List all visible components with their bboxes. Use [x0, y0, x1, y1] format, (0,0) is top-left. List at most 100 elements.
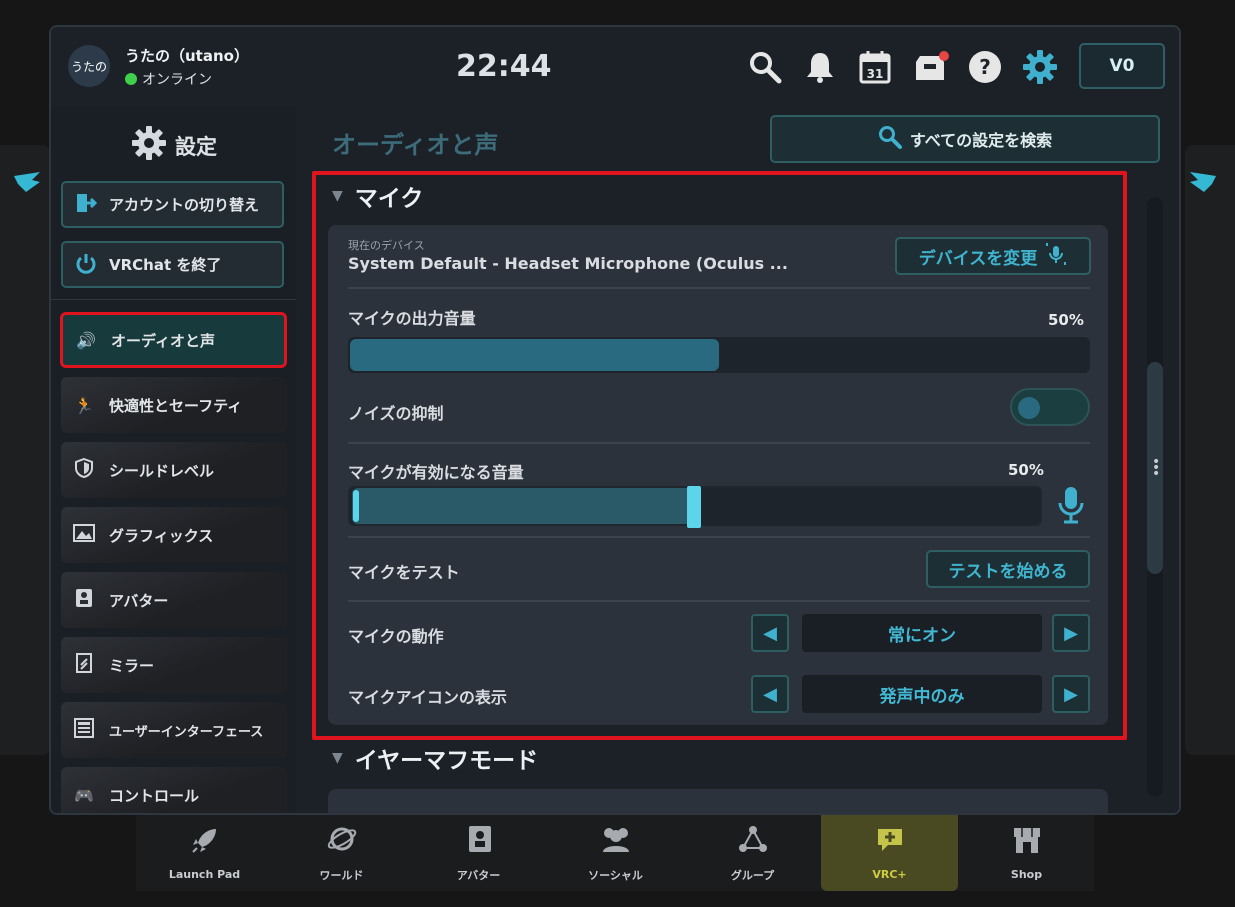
- earmuff-settings-card: [328, 789, 1108, 813]
- start-test-label: テストを始める: [948, 561, 1068, 582]
- change-device-label: デバイスを変更: [918, 248, 1038, 269]
- toggle-knob: [1018, 397, 1040, 419]
- sidebar-title: 設定: [131, 125, 217, 166]
- user-name: うたの（utano）: [125, 47, 249, 65]
- nav-label: VRC+: [872, 868, 907, 881]
- quick-menu-panel: うたの うたの（utano） オンライン 22:44 31 ? V0 設定 アカ…: [49, 25, 1181, 815]
- sidebar-item-comfort-safety[interactable]: 🏃 快適性とセーフティ: [61, 377, 287, 433]
- ui-panel-icon: [73, 718, 95, 742]
- bell-icon[interactable]: [802, 49, 838, 85]
- help-icon[interactable]: ?: [967, 49, 1003, 85]
- sidebar-item-avatar[interactable]: アバター: [61, 572, 287, 628]
- search-icon[interactable]: [747, 49, 783, 85]
- image-icon: [73, 524, 95, 546]
- activation-threshold-fill: [352, 488, 697, 524]
- current-device-value: System Default - Headset Microphone (Ocu…: [348, 254, 788, 273]
- nav-label: グループ: [730, 868, 775, 882]
- running-icon: 🏃: [74, 395, 94, 415]
- nav-shop[interactable]: Shop: [958, 815, 1095, 891]
- current-device-label: 現在のデバイス: [348, 239, 425, 252]
- quit-vrchat-button[interactable]: VRChat を終了: [61, 241, 284, 288]
- section-mic-title: マイク: [354, 186, 424, 212]
- nav-label: ソーシャル: [588, 868, 643, 882]
- mic-settings-card: 現在のデバイス System Default - Headset Microph…: [328, 225, 1108, 725]
- nav-label: ワールド: [319, 868, 364, 882]
- header: うたの うたの（utano） オンライン 22:44 31 ? V0: [51, 27, 1179, 107]
- switch-account-button[interactable]: アカウントの切り替え: [61, 181, 284, 228]
- speaker-icon: 🔊: [76, 330, 96, 350]
- nav-vrc-plus[interactable]: VRC+: [821, 815, 958, 891]
- inbox-icon[interactable]: [913, 49, 949, 85]
- nav-social[interactable]: ソーシャル: [547, 815, 684, 891]
- currency-button[interactable]: V0: [1079, 43, 1165, 89]
- clock: 22:44: [456, 49, 552, 84]
- mic-icon-display-prev-button[interactable]: ◀: [751, 675, 789, 713]
- caret-right-icon: ▶: [1064, 683, 1078, 705]
- background-left-wing: [0, 145, 50, 755]
- sidebar-item-label: オーディオと声: [111, 331, 215, 350]
- settings-gear-icon[interactable]: [1022, 49, 1058, 85]
- sidebar-title-text: 設定: [175, 134, 217, 159]
- gear-icon: [131, 125, 167, 166]
- calendar-icon[interactable]: 31: [857, 49, 893, 85]
- noise-suppression-toggle[interactable]: [1010, 388, 1090, 426]
- activation-threshold-handle[interactable]: [687, 486, 701, 528]
- nav-label: Shop: [1010, 868, 1043, 881]
- output-volume-label: マイクの出力音量: [348, 309, 476, 328]
- output-volume-value: 50%: [1048, 311, 1084, 329]
- search-all-settings-button[interactable]: すべての設定を検索: [770, 115, 1160, 163]
- section-earmuff-title: イヤーマフモード: [354, 748, 539, 774]
- mic-behavior-prev-button[interactable]: ◀: [751, 614, 789, 652]
- mirror-icon: [73, 653, 95, 677]
- vrc-plus-icon: [874, 825, 906, 862]
- wing-icon: [1188, 172, 1218, 199]
- sidebar-item-user-interface[interactable]: ユーザーインターフェース: [61, 702, 287, 758]
- sidebar-item-label: シールドレベル: [109, 461, 215, 480]
- microphone-icon: [1055, 485, 1087, 531]
- change-device-button[interactable]: デバイスを変更: [895, 237, 1091, 275]
- sidebar-item-graphics[interactable]: グラフィックス: [61, 507, 287, 563]
- svg-text:?: ?: [979, 55, 991, 79]
- sidebar-item-mirror[interactable]: ミラー: [61, 637, 287, 693]
- nav-groups[interactable]: グループ: [684, 815, 821, 891]
- sidebar-item-controls[interactable]: 🎮 コントロール: [61, 767, 287, 813]
- chevron-down-icon: ▼: [332, 750, 343, 766]
- sidebar-item-label: ユーザーインターフェース: [109, 724, 264, 740]
- sidebar-item-audio[interactable]: 🔊 オーディオと声: [60, 312, 287, 368]
- nav-worlds[interactable]: ワールド: [273, 815, 410, 891]
- divider: [348, 287, 1090, 289]
- bottom-nav: Launch Pad ワールド アバター ソーシャル グループ VRC+ Sho…: [136, 815, 1094, 891]
- sidebar-item-label: アバター: [109, 591, 169, 610]
- settings-sidebar: 設定 アカウントの切り替え VRChat を終了 🔊 オーディオと声 🏃 快適性…: [51, 107, 296, 813]
- nav-avatars[interactable]: アバター: [410, 815, 547, 891]
- sidebar-divider: [51, 299, 296, 300]
- noise-suppression-label: ノイズの抑制: [348, 404, 444, 423]
- sidebar-item-label: グラフィックス: [109, 526, 214, 545]
- caret-left-icon: ◀: [763, 622, 777, 644]
- mic-test-label: マイクをテスト: [348, 563, 460, 582]
- section-mic-header[interactable]: ▼ マイク: [332, 179, 423, 213]
- avatar-card-icon: [465, 824, 493, 861]
- section-earmuff-header[interactable]: ▼ イヤーマフモード: [332, 741, 538, 775]
- mic-behavior-next-button[interactable]: ▶: [1052, 614, 1090, 652]
- nav-launch-pad[interactable]: Launch Pad: [136, 815, 273, 891]
- switch-account-label: アカウントの切り替え: [109, 196, 260, 214]
- power-icon: [75, 252, 97, 278]
- mic-icon-display-value-text: 発声中のみ: [879, 686, 965, 707]
- user-status: オンライン: [125, 69, 212, 89]
- avatar[interactable]: うたの: [68, 45, 110, 87]
- wing-icon: [12, 172, 42, 199]
- chevron-down-icon: ▼: [332, 188, 343, 204]
- start-test-button[interactable]: テストを始める: [926, 550, 1090, 588]
- mic-icon-display-next-button[interactable]: ▶: [1052, 675, 1090, 713]
- nav-label: Launch Pad: [168, 868, 241, 881]
- calendar-day: 31: [867, 67, 884, 81]
- mic-icon-display-value: 発声中のみ: [802, 675, 1042, 713]
- people-icon: [599, 824, 633, 861]
- group-nodes-icon: [737, 824, 769, 861]
- quit-label: VRChat を終了: [109, 256, 222, 274]
- switch-account-icon: [75, 192, 98, 218]
- scrollbar-grip: • • •: [1152, 454, 1161, 482]
- caret-left-icon: ◀: [763, 683, 777, 705]
- sidebar-item-shield-level[interactable]: シールドレベル: [61, 442, 287, 498]
